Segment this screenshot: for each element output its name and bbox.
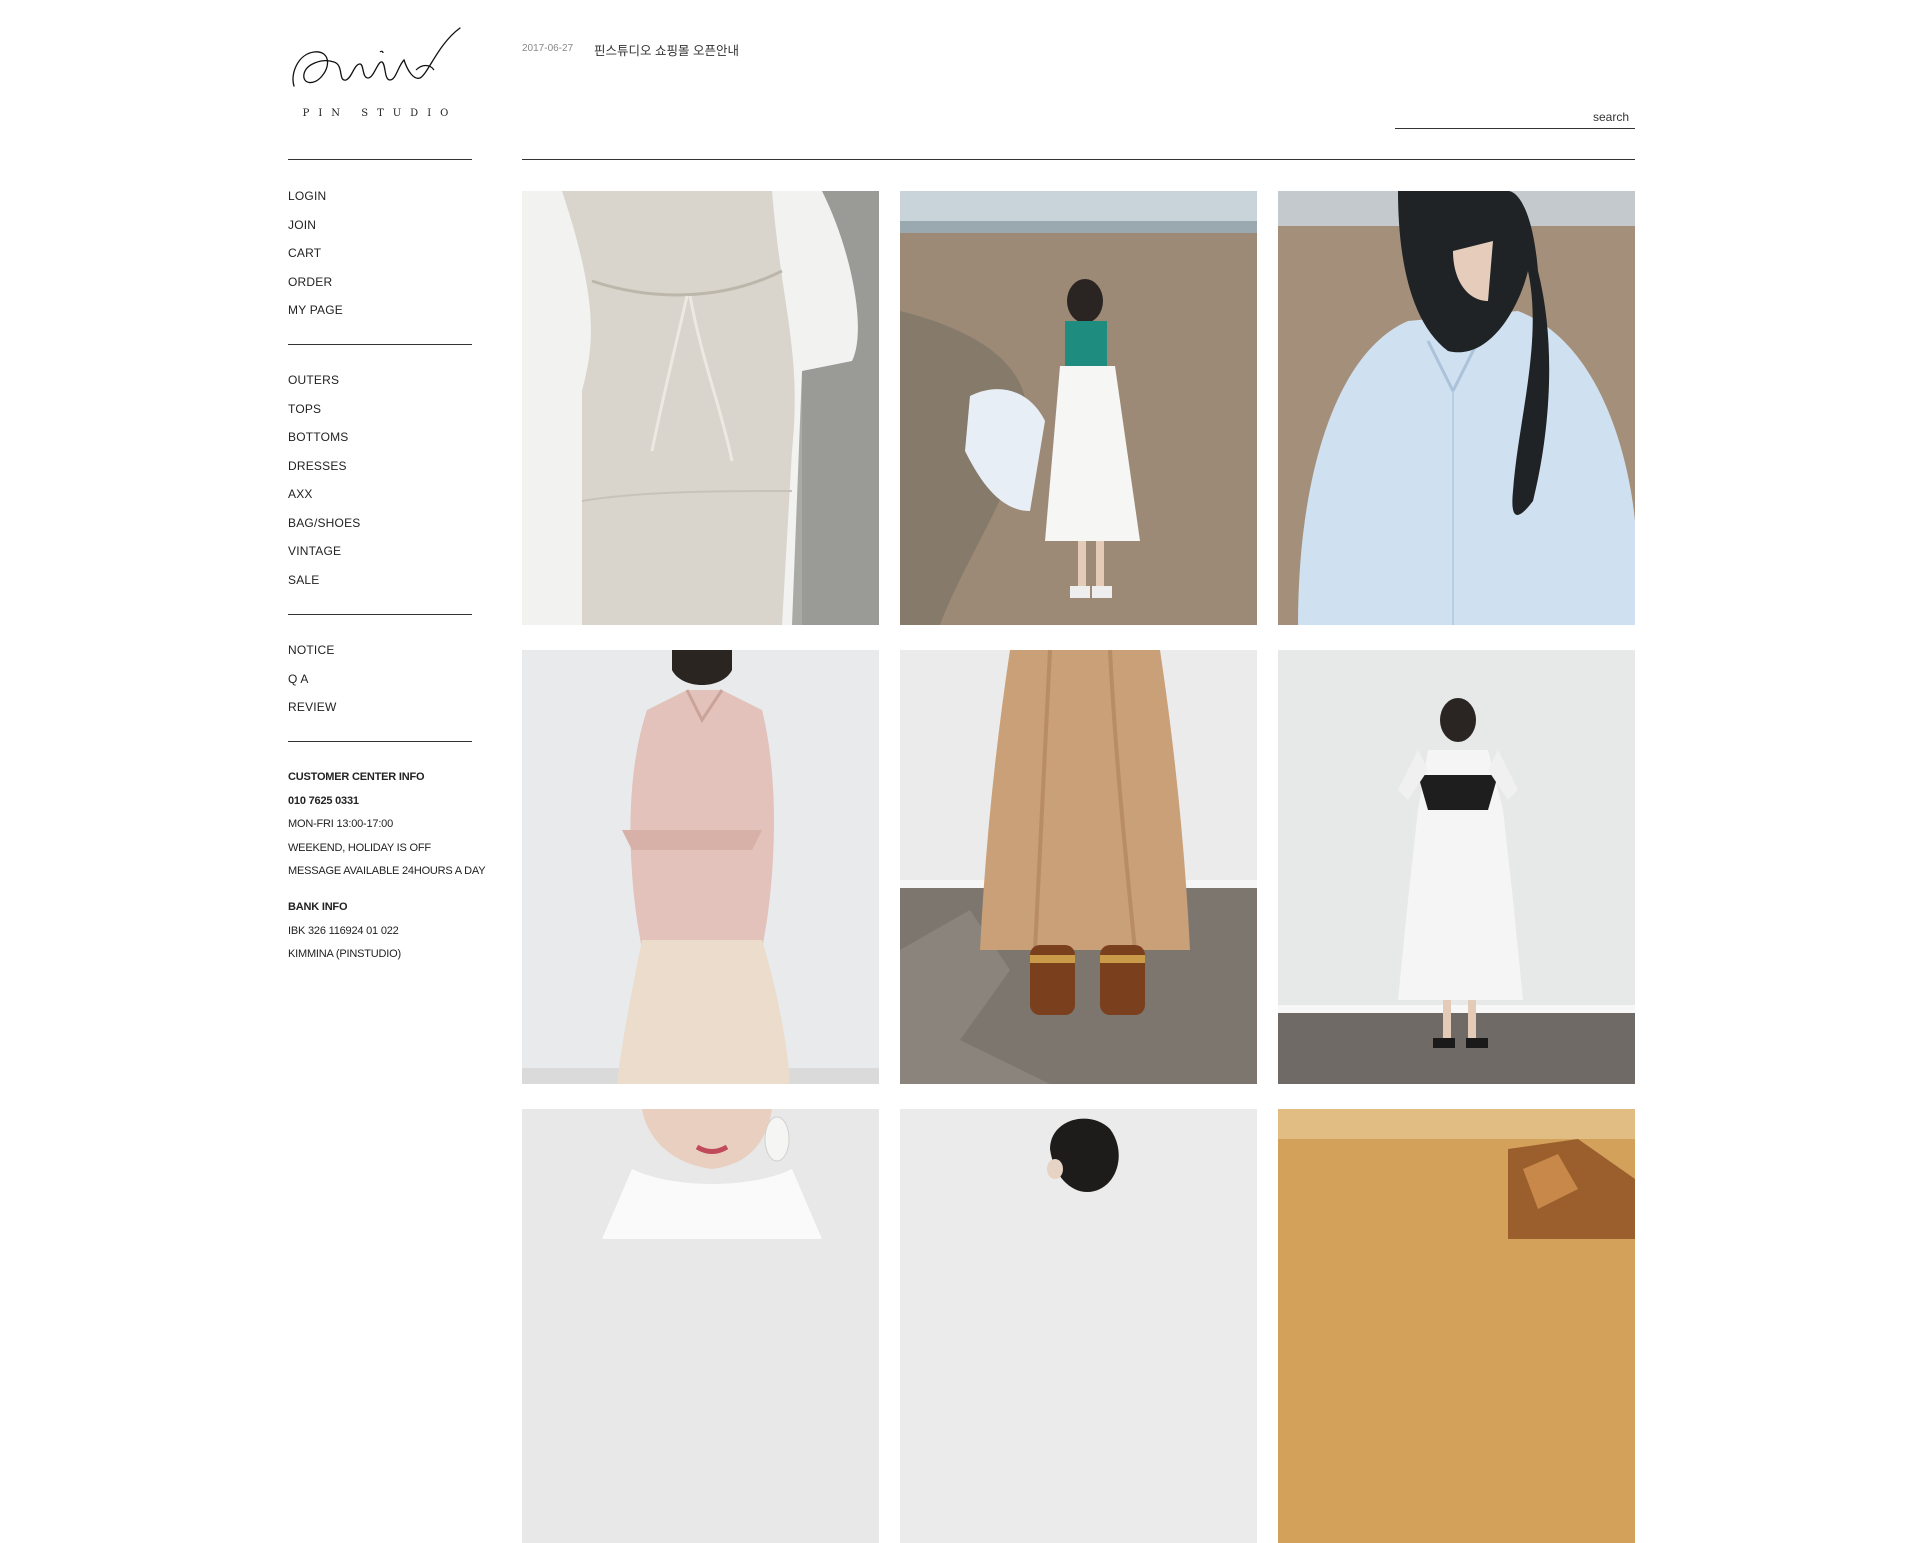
board-menu: NOTICE Q A REVIEW <box>288 643 337 729</box>
product-thumbnail[interactable] <box>522 191 879 625</box>
apron-top-photo <box>522 191 879 625</box>
sidebar-divider <box>288 344 472 345</box>
category-bottoms[interactable]: BOTTOMS <box>288 430 361 459</box>
bank-account: IBK 326 116924 01 022 <box>288 924 399 937</box>
earring-portrait-photo <box>522 1109 879 1543</box>
category-menu: OUTERS TOPS BOTTOMS DRESSES AXX BAG/SHOE… <box>288 373 361 601</box>
striped-shirt-photo <box>1278 191 1635 625</box>
menu-join[interactable]: JOIN <box>288 218 343 247</box>
sidebar-divider <box>288 159 472 160</box>
board-notice[interactable]: NOTICE <box>288 643 337 672</box>
notice-date: 2017-06-27 <box>522 43 574 54</box>
product-thumbnail[interactable] <box>900 191 1257 625</box>
category-sale[interactable]: SALE <box>288 573 361 602</box>
sidebar-divider <box>288 614 472 615</box>
category-axx[interactable]: AXX <box>288 487 361 516</box>
customer-center-holiday: WEEKEND, HOLIDAY IS OFF <box>288 841 431 854</box>
white-dress-photo <box>1278 650 1635 1084</box>
customer-center-heading: CUSTOMER CENTER INFO <box>288 771 425 783</box>
account-menu: LOGIN JOIN CART ORDER MY PAGE <box>288 189 343 332</box>
signature-logo-icon <box>292 27 461 87</box>
menu-login[interactable]: LOGIN <box>288 189 343 218</box>
sidebar-divider <box>288 741 472 742</box>
category-dresses[interactable]: DRESSES <box>288 459 361 488</box>
beach-skirt-photo <box>900 191 1257 625</box>
notice-title-link[interactable]: 핀스튜디오 쇼핑몰 오픈안내 <box>594 40 739 59</box>
crystal-accessory-photo <box>1278 1109 1635 1543</box>
pink-blouse-photo <box>522 650 879 1084</box>
product-thumbnail[interactable] <box>1278 191 1635 625</box>
product-thumbnail[interactable] <box>900 1109 1257 1543</box>
product-thumbnail[interactable] <box>522 1109 879 1543</box>
menu-order[interactable]: ORDER <box>288 275 343 304</box>
header-divider <box>522 159 1635 160</box>
satin-skirt-photo <box>900 650 1257 1084</box>
bank-holder: KIMMINA (PINSTUDIO) <box>288 948 401 960</box>
product-thumbnail[interactable] <box>1278 650 1635 1084</box>
board-qa[interactable]: Q A <box>288 672 337 701</box>
search-input[interactable] <box>1395 106 1635 128</box>
category-outers[interactable]: OUTERS <box>288 373 361 402</box>
customer-center-phone: 010 7625 0331 <box>288 794 359 807</box>
menu-cart[interactable]: CART <box>288 246 343 275</box>
customer-center-message: MESSAGE AVAILABLE 24HOURS A DAY <box>288 865 486 877</box>
product-thumbnail[interactable] <box>522 650 879 1084</box>
menu-my-page[interactable]: MY PAGE <box>288 303 343 332</box>
category-bag-shoes[interactable]: BAG/SHOES <box>288 516 361 545</box>
product-thumbnail[interactable] <box>900 650 1257 1084</box>
brand-logo[interactable]: PIN STUDIO <box>288 24 472 124</box>
brand-name: PIN STUDIO <box>302 108 458 119</box>
bank-heading: BANK INFO <box>288 901 348 913</box>
customer-center-hours: MON-FRI 13:00-17:00 <box>288 818 394 830</box>
customer-center-info: CUSTOMER CENTER INFO 010 7625 0331 MON-F… <box>288 770 488 888</box>
category-vintage[interactable]: VINTAGE <box>288 544 361 573</box>
board-review[interactable]: REVIEW <box>288 700 337 729</box>
category-tops[interactable]: TOPS <box>288 402 361 431</box>
hair-tie-portrait-photo <box>900 1109 1257 1543</box>
bank-info: BANK INFO IBK 326 116924 01 022 KIMMINA … <box>288 900 488 971</box>
search-box <box>1395 106 1635 129</box>
product-thumbnail[interactable] <box>1278 1109 1635 1543</box>
